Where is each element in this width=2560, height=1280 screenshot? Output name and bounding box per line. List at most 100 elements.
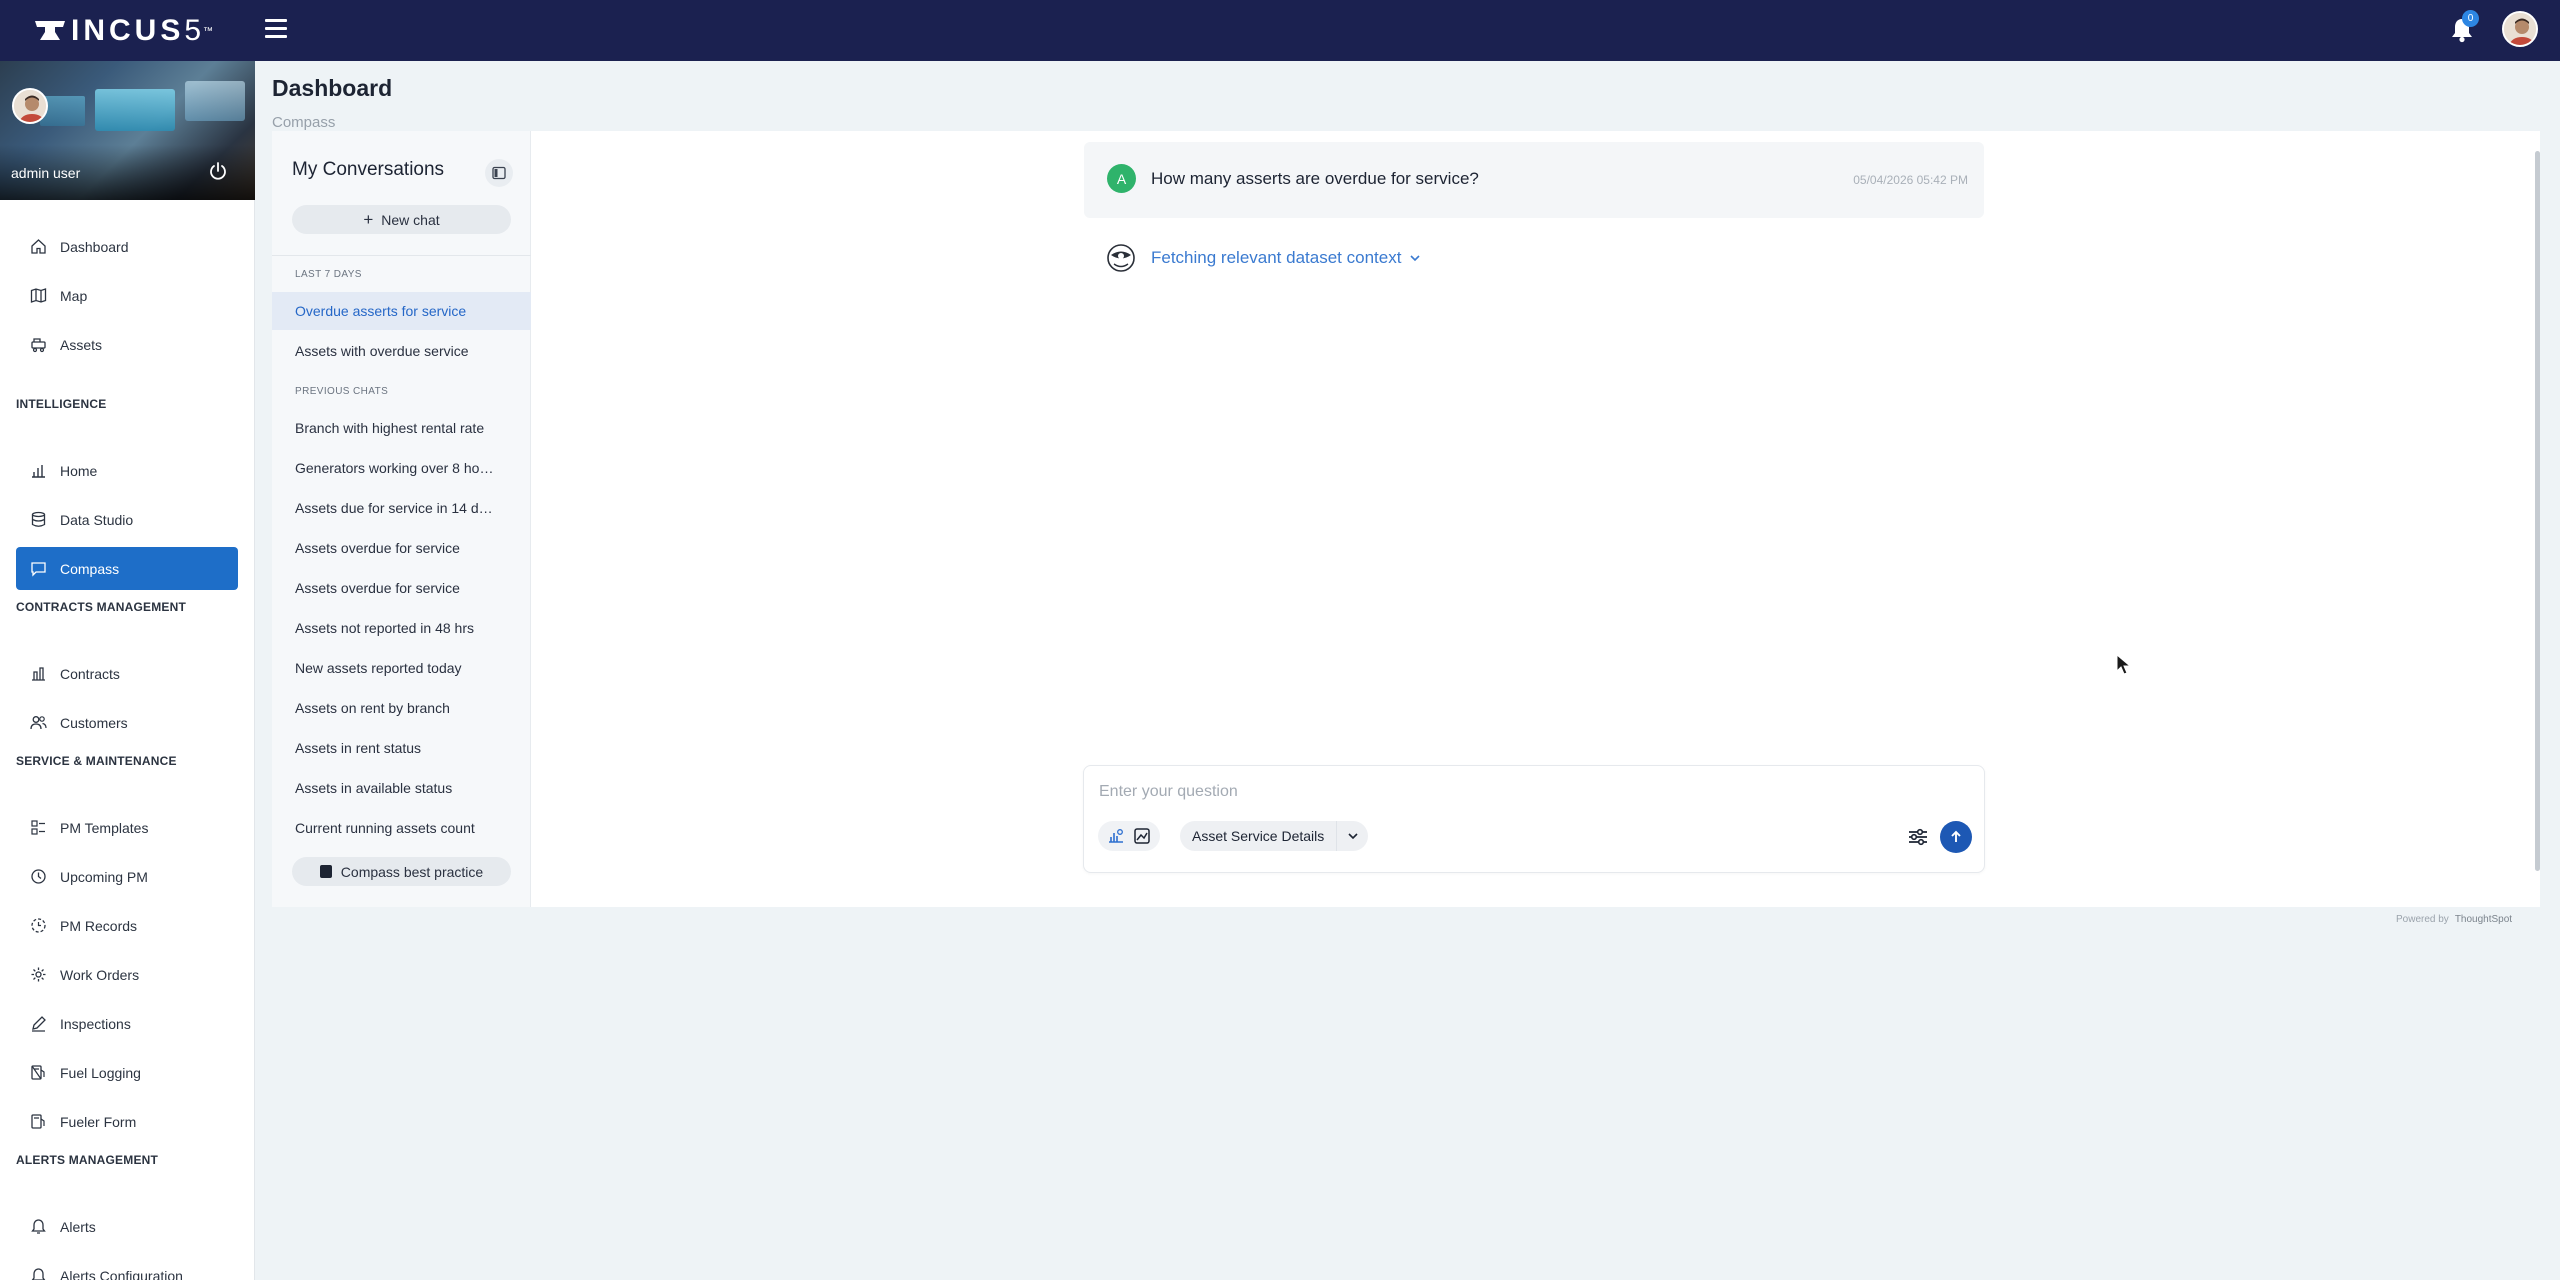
conversation-item[interactable]: Assets on rent by branch bbox=[272, 689, 531, 727]
sidebar-item-customers[interactable]: Customers bbox=[16, 701, 238, 744]
template-list-icon bbox=[31, 820, 45, 835]
nav-section-contracts: CONTRACTS MANAGEMENT bbox=[16, 600, 186, 614]
conversation-item[interactable]: Assets in available status bbox=[272, 769, 531, 807]
conversation-item[interactable]: New assets reported today bbox=[272, 649, 531, 687]
sidebar-item-label: Alerts Configuration bbox=[60, 1267, 183, 1280]
page-title: Dashboard bbox=[272, 75, 393, 101]
map-icon bbox=[30, 288, 47, 303]
hamburger-menu-icon[interactable] bbox=[265, 19, 287, 39]
nav-section-alerts: ALERTS MANAGEMENT bbox=[16, 1153, 159, 1167]
sidebar-item-label: Map bbox=[60, 287, 88, 304]
image-chart-icon[interactable] bbox=[1133, 827, 1151, 845]
pencil-icon bbox=[32, 1016, 46, 1032]
conversation-item[interactable]: Assets due for service in 14 days bbox=[272, 489, 531, 527]
conversation-item[interactable]: Assets overdue for service bbox=[272, 529, 531, 567]
profile-avatar[interactable] bbox=[12, 88, 48, 124]
sidebar-item-upcoming-pm[interactable]: Upcoming PM bbox=[16, 855, 238, 898]
power-icon[interactable] bbox=[208, 161, 228, 181]
mode-toggle[interactable] bbox=[1098, 821, 1160, 851]
sidebar-item-contracts[interactable]: Contracts bbox=[16, 652, 238, 695]
incus-logo[interactable]: INCUS 5 ™ bbox=[33, 14, 213, 48]
breadcrumb[interactable]: Compass bbox=[272, 114, 335, 131]
notification-badge: 0 bbox=[2462, 10, 2479, 27]
bar-chart-icon bbox=[32, 465, 45, 478]
sidebar-item-alerts[interactable]: Alerts bbox=[16, 1205, 238, 1248]
question-avatar: A bbox=[1107, 164, 1136, 193]
sidebar-item-label: Work Orders bbox=[60, 966, 140, 983]
question-input[interactable] bbox=[1099, 780, 1959, 804]
sidebar: admin user Dashboard Map Assets INTELLIG… bbox=[0, 61, 255, 1280]
conversation-item[interactable]: Assets with overdue service bbox=[272, 332, 531, 370]
sidebar-item-data-studio[interactable]: Data Studio bbox=[16, 498, 238, 541]
conversation-item[interactable]: Assets overdue for service bbox=[272, 569, 531, 607]
sidebar-item-pm-records[interactable]: PM Records bbox=[16, 904, 238, 947]
sidebar-item-label: Dashboard bbox=[60, 238, 129, 255]
bell-icon bbox=[31, 1219, 46, 1234]
sidebar-item-label: PM Records bbox=[60, 917, 138, 934]
send-button[interactable] bbox=[1940, 821, 1972, 853]
vendor-name: ThoughtSpot bbox=[2454, 914, 2513, 925]
new-chat-button[interactable]: + New chat bbox=[292, 205, 511, 234]
sidebar-item-alerts-configuration[interactable]: Alerts Configuration bbox=[16, 1254, 238, 1280]
collapse-panel-button[interactable] bbox=[485, 159, 513, 187]
arrow-up-icon bbox=[1951, 830, 1961, 842]
question-text: How many asserts are overdue for service… bbox=[1151, 169, 1479, 188]
conversations-title: My Conversations bbox=[292, 159, 445, 180]
clock-icon bbox=[31, 869, 46, 884]
sliders-icon[interactable] bbox=[1905, 824, 1931, 850]
database-icon bbox=[31, 511, 46, 527]
sidebar-item-inspections[interactable]: Inspections bbox=[16, 1002, 238, 1045]
conversation-item[interactable]: Assets not reported in 48 hrs bbox=[272, 609, 531, 647]
question-bubble: A How many asserts are overdue for servi… bbox=[1084, 142, 1984, 218]
conversation-item[interactable]: Branch with highest rental rate bbox=[272, 409, 531, 447]
sidebar-item-label: Alerts bbox=[60, 1218, 96, 1235]
dataset-selector[interactable]: Asset Service Details bbox=[1180, 821, 1369, 851]
sidebar-item-label: Data Studio bbox=[60, 511, 134, 528]
mouse-cursor-icon bbox=[2116, 654, 2132, 675]
sidebar-item-fuel-logging[interactable]: Fuel Logging bbox=[16, 1051, 238, 1094]
conversations-panel: My Conversations + New chat LAST 7 DAYS … bbox=[272, 131, 531, 907]
users-icon bbox=[30, 716, 47, 730]
conversation-item[interactable]: Current running assets count bbox=[272, 809, 531, 847]
sidebar-item-label: Assets bbox=[60, 336, 103, 353]
sidebar-item-compass[interactable]: Compass bbox=[16, 547, 238, 590]
nav-section-intelligence: INTELLIGENCE bbox=[16, 397, 107, 411]
sidebar-item-dashboard[interactable]: Dashboard bbox=[16, 225, 238, 268]
sidebar-item-fueler-form[interactable]: Fueler Form bbox=[16, 1100, 238, 1143]
fuel-icon bbox=[31, 1065, 45, 1080]
sidebar-item-label: Upcoming PM bbox=[60, 868, 148, 885]
chevron-down-icon bbox=[1348, 833, 1358, 840]
sidebar-item-label: PM Templates bbox=[60, 819, 149, 836]
sidebar-item-assets[interactable]: Assets bbox=[16, 323, 238, 366]
sidebar-item-work-orders[interactable]: Work Orders bbox=[16, 953, 238, 996]
conv-section-previous: PREVIOUS CHATS bbox=[295, 386, 389, 397]
best-practice-button[interactable]: Compass best practice bbox=[292, 857, 511, 886]
sidebar-item-home[interactable]: Home bbox=[16, 449, 238, 492]
sidebar-item-label: Fuel Logging bbox=[60, 1064, 141, 1081]
chevron-down-icon bbox=[1410, 255, 1421, 262]
machine-icon bbox=[31, 338, 46, 353]
powered-by: Powered by ThoughtSpot bbox=[2396, 914, 2512, 925]
powered-by-label: Powered by bbox=[2396, 914, 2449, 925]
sidebar-item-label: Customers bbox=[60, 714, 128, 731]
dashed-circle-icon bbox=[31, 918, 46, 933]
sidebar-item-map[interactable]: Map bbox=[16, 274, 238, 317]
fetching-status[interactable]: Fetching relevant dataset context bbox=[1105, 242, 1421, 274]
question-composer: Asset Service Details bbox=[1083, 765, 1985, 873]
question-timestamp: 05/04/2026 05:42 PM bbox=[1853, 173, 1968, 187]
brand-version: 5 bbox=[184, 14, 202, 47]
sidebar-item-pm-templates[interactable]: PM Templates bbox=[16, 806, 238, 849]
sidebar-item-label: Inspections bbox=[60, 1015, 131, 1032]
dataset-label: Asset Service Details bbox=[1192, 828, 1325, 844]
compass-orb-icon bbox=[1107, 244, 1135, 272]
chart-search-icon[interactable] bbox=[1107, 827, 1125, 845]
conversation-item[interactable]: Assets in rent status bbox=[272, 729, 531, 767]
dataset-dropdown-button[interactable] bbox=[1336, 821, 1368, 851]
scrollbar[interactable] bbox=[2535, 151, 2540, 871]
conversation-item[interactable]: Overdue asserts for service bbox=[272, 292, 531, 330]
nav-section-service: SERVICE & MAINTENANCE bbox=[16, 754, 177, 768]
sidebar-item-label: Compass bbox=[60, 560, 120, 577]
sidebar-item-label: Home bbox=[60, 462, 98, 479]
conversation-item[interactable]: Generators working over 8 hours bbox=[272, 449, 531, 487]
user-avatar[interactable] bbox=[2502, 11, 2538, 47]
